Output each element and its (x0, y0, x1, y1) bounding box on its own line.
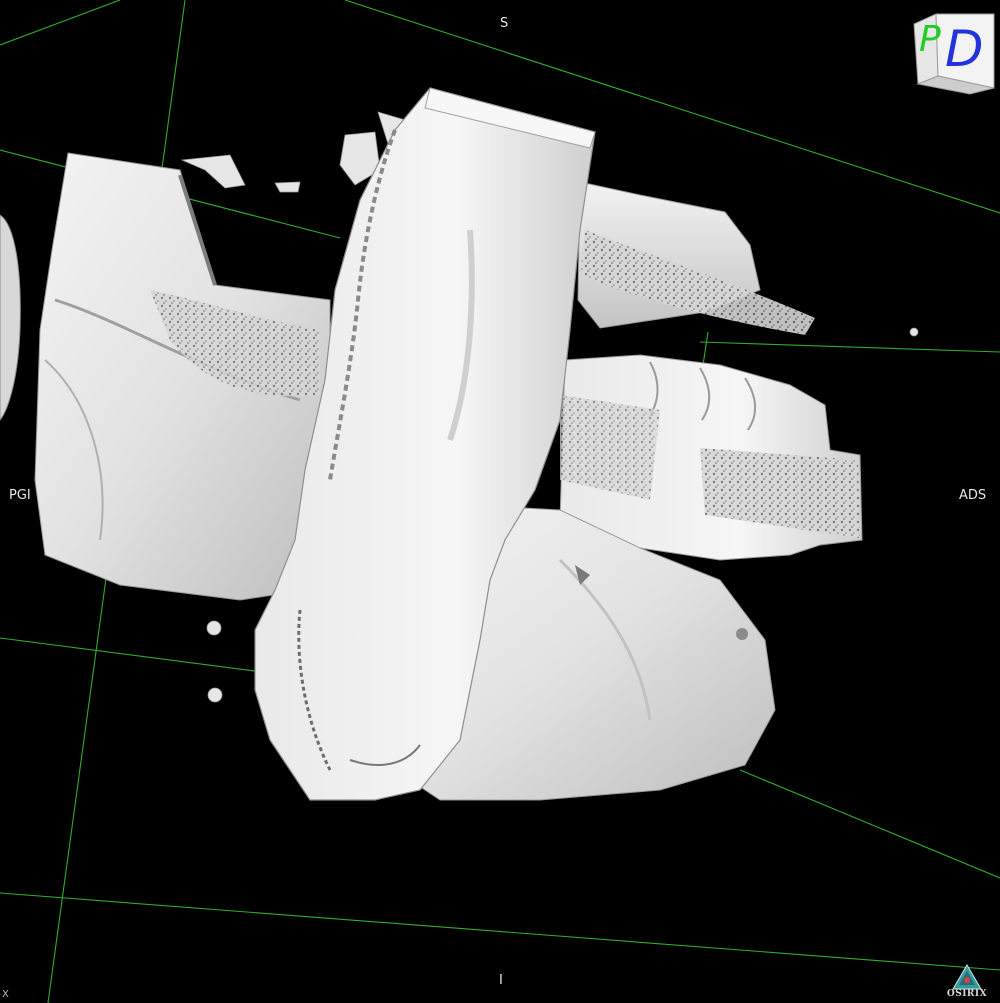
posterior-dentition (577, 181, 815, 335)
cube-face-right: D (945, 20, 984, 78)
orientation-label-superior: S (500, 16, 509, 31)
orientation-label-inferior: I (499, 973, 503, 988)
3d-render-viewport[interactable]: S I PGI ADS X P D OSIRIX (0, 0, 1000, 1003)
orientation-cube[interactable]: P D (910, 10, 996, 96)
logo-text: OSIRIX (946, 989, 988, 999)
rear-mandible-body (0, 152, 331, 601)
anterior-mandible (559, 354, 863, 561)
orientation-label-right: ADS (959, 488, 987, 503)
corner-marker: X (2, 989, 9, 1000)
orientation-label-left: PGI (9, 488, 31, 503)
cube-face-posterior: P (919, 19, 941, 60)
volume-render-canvas[interactable] (0, 0, 1000, 1003)
osirix-logo: OSIRIX (945, 963, 989, 1003)
